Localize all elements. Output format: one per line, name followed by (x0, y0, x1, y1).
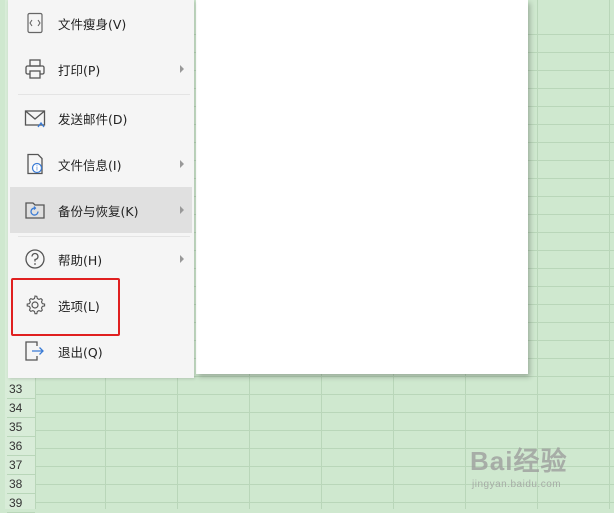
column-divider (609, 0, 610, 509)
help-icon (22, 246, 48, 272)
column-divider (537, 0, 538, 509)
row-number[interactable]: 39 (7, 494, 35, 513)
row-number[interactable]: 34 (7, 399, 35, 418)
submenu-arrow-icon (180, 255, 184, 263)
menu-item-help[interactable]: 帮助(H) (10, 236, 192, 282)
submenu-arrow-icon (180, 65, 184, 73)
row-number-list: 33 34 35 36 37 38 39 (7, 380, 35, 513)
row-number[interactable]: 36 (7, 437, 35, 456)
menu-item-label: 退出(Q) (58, 344, 103, 360)
exit-icon (22, 338, 48, 364)
row-divider (35, 430, 614, 431)
document-preview-panel (196, 0, 528, 374)
menu-item-backup-restore[interactable]: 备份与恢复(K) (10, 187, 192, 233)
row-number[interactable]: 33 (7, 380, 35, 399)
options-highlight-box (11, 278, 120, 336)
menu-item-label: 打印(P) (58, 62, 101, 78)
backup-restore-icon (22, 197, 48, 223)
menu-item-label: 备份与恢复(K) (58, 203, 139, 219)
menu-item-label: 文件瘦身(V) (58, 16, 127, 32)
submenu-arrow-icon (180, 206, 184, 214)
menu-item-send-mail[interactable]: 发送邮件(D) (10, 95, 192, 141)
baidu-jingyan-watermark: Bai经验 jingyan.baidu.com (470, 441, 610, 501)
file-slim-icon (22, 10, 48, 36)
row-number[interactable]: 38 (7, 475, 35, 494)
menu-item-label: 文件信息(I) (58, 157, 122, 173)
watermark-url: jingyan.baidu.com (472, 479, 562, 490)
menu-item-print[interactable]: 打印(P) (10, 46, 192, 92)
mail-icon (22, 105, 48, 131)
row-number[interactable]: 35 (7, 418, 35, 437)
row-divider (35, 394, 614, 395)
file-info-icon: i (22, 151, 48, 177)
row-divider (35, 412, 614, 413)
printer-icon (22, 56, 48, 82)
svg-text:i: i (36, 165, 38, 173)
menu-item-label: 帮助(H) (58, 252, 103, 268)
submenu-arrow-icon (180, 160, 184, 168)
row-number[interactable]: 37 (7, 456, 35, 475)
menu-item-label: 发送邮件(D) (58, 111, 128, 127)
row-divider (35, 502, 614, 503)
menu-item-file-slim[interactable]: 文件瘦身(V) (10, 0, 192, 46)
menu-item-file-info[interactable]: i 文件信息(I) (10, 141, 192, 187)
watermark-logo-text: Bai经验 (470, 446, 568, 476)
